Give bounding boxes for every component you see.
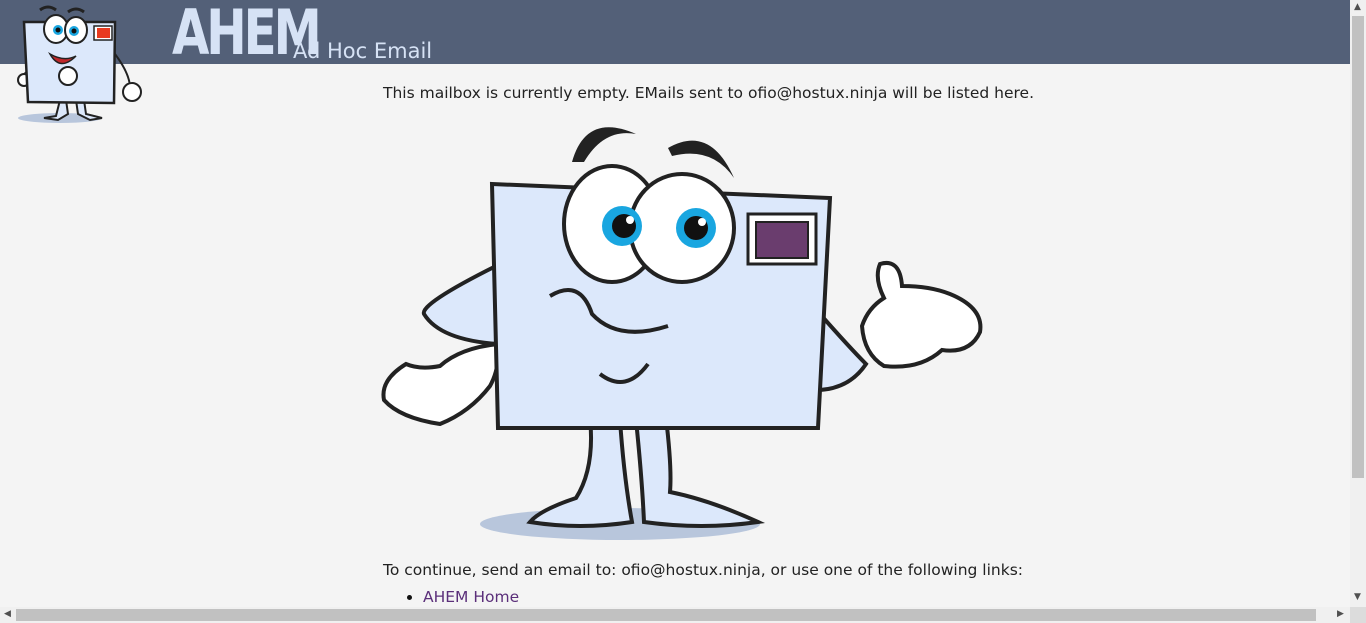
arrow-up-icon[interactable]: ▲	[1354, 2, 1361, 12]
vertical-scrollbar[interactable]: ▲ ▼	[1350, 0, 1366, 607]
vertical-scroll-thumb[interactable]	[1352, 16, 1364, 478]
horizontal-scrollbar[interactable]: ◀ ▶	[0, 607, 1350, 623]
ahem-home-link[interactable]: AHEM Home	[423, 588, 519, 606]
arrow-left-icon[interactable]: ◀	[4, 609, 11, 619]
envelope-mascot-illustration	[381, 127, 983, 540]
arrow-down-icon[interactable]: ▼	[1354, 592, 1361, 602]
horizontal-scroll-thumb[interactable]	[16, 609, 1316, 621]
header-bar: AHEM Ad Hoc Email	[0, 0, 1350, 64]
list-item: AHEM Home	[423, 588, 519, 606]
envelope-mascot-icon[interactable]	[12, 2, 148, 126]
continue-instructions: To continue, send an email to: ofio@host…	[383, 561, 1024, 579]
arrow-right-icon[interactable]: ▶	[1337, 609, 1344, 619]
links-list: AHEM Home	[383, 588, 519, 606]
empty-mailbox-message: This mailbox is currently empty. EMails …	[383, 84, 1035, 102]
brand-subtitle: Ad Hoc Email	[293, 39, 433, 63]
scrollbar-corner	[1350, 607, 1366, 623]
